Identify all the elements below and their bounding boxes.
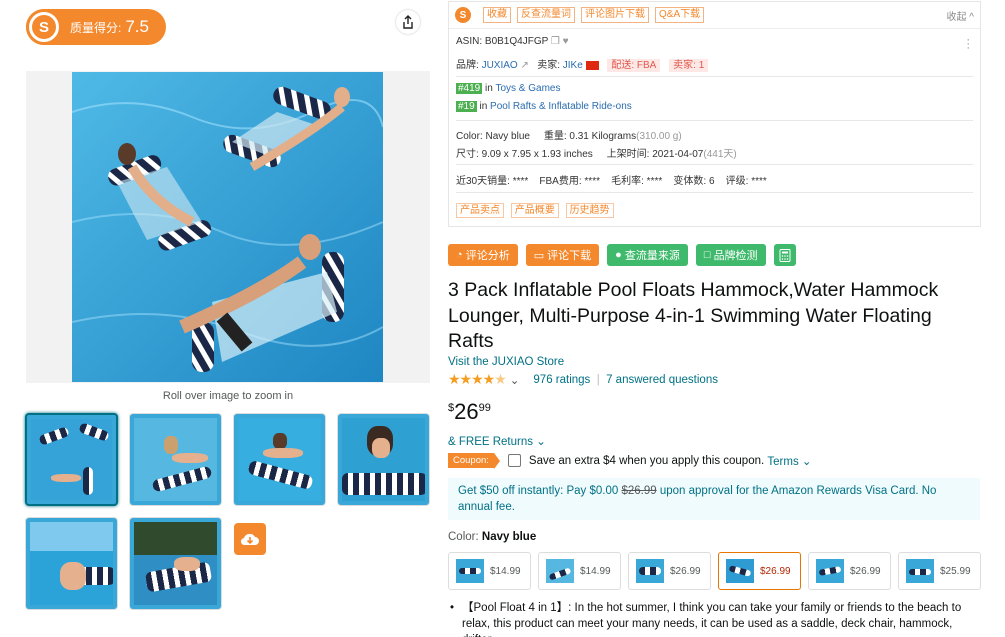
free-returns-link[interactable]: & FREE Returns ⌄ xyxy=(448,434,546,448)
china-flag-icon xyxy=(585,60,599,70)
feature-bullet: 【Pool Float 4 in 1】: In the hot summer, … xyxy=(448,600,978,637)
pie-chart-icon: ◔ xyxy=(456,249,466,261)
star-rating-icon[interactable]: ★★★★★ xyxy=(448,371,507,388)
reverse-keyword-button[interactable]: 反查流量词 xyxy=(517,7,575,23)
selling-points-tab[interactable]: 产品卖点 xyxy=(456,203,504,218)
metrics-row: 近30天销量: **** FBA费用: **** 毛利率: **** 变体数: … xyxy=(456,176,767,187)
store-link[interactable]: Visit the JUXIAO Store xyxy=(448,356,564,368)
swatch-4-selected[interactable]: $26.99 xyxy=(718,552,801,590)
quality-score-value: 7.5 xyxy=(125,17,149,36)
brand-check-icon: □ xyxy=(703,249,714,261)
fulfillment-tag: 配送: FBA xyxy=(607,59,661,72)
seller-tool-panel: S 收藏 反查流量词 评论图片下载 Q&A下载 收起 ^ ASIN: B0B1Q… xyxy=(448,1,981,227)
asin-row: ASIN: B0B1Q4JFGP ❐ ♥ xyxy=(456,36,569,47)
copy-icon[interactable]: ❐ xyxy=(551,36,560,47)
heart-icon[interactable]: ♥ xyxy=(563,36,569,47)
traffic-source-button[interactable]: ● 查流量来源 xyxy=(607,244,688,266)
swatch-1[interactable]: $14.99 xyxy=(448,552,531,590)
history-trend-tab[interactable]: 历史趋势 xyxy=(565,203,614,218)
chevron-down-icon[interactable]: ⌄ xyxy=(510,373,520,387)
thumbnail-6[interactable] xyxy=(129,517,222,610)
external-link-icon: ↗ xyxy=(520,60,529,71)
coupon-row: Coupon: Save an extra $4 when you apply … xyxy=(448,453,812,469)
coupon-checkbox[interactable] xyxy=(507,454,521,467)
price: $2699 xyxy=(448,399,491,424)
bottom-tags: 产品卖点 产品概要 历史趋势 xyxy=(456,201,618,218)
ratings-link[interactable]: 976 ratings xyxy=(533,374,590,386)
review-image-download-button[interactable]: 评论图片下载 xyxy=(581,7,649,23)
swatch-3[interactable]: $26.99 xyxy=(628,552,711,590)
rank-category-link-1[interactable]: Toys & Games xyxy=(495,83,560,94)
plugin-logo-icon: S xyxy=(455,7,471,23)
rank-category-link-2[interactable]: Pool Rafts & Inflatable Ride-ons xyxy=(490,101,632,112)
zoom-hint: Roll over image to zoom in xyxy=(162,390,294,402)
comment-icon: ▭ xyxy=(533,249,548,262)
overview-tab[interactable]: 产品概要 xyxy=(510,203,559,218)
thumbnail-4[interactable] xyxy=(337,413,430,506)
brand-link[interactable]: JUXIAO xyxy=(482,60,518,71)
thumbnail-5[interactable] xyxy=(25,517,118,610)
swatch-5[interactable]: $26.99 xyxy=(808,552,891,590)
calculator-button[interactable] xyxy=(773,244,796,266)
main-product-image[interactable] xyxy=(26,71,430,383)
seller-count-tag: 卖家: 1 xyxy=(669,59,709,72)
share-icon[interactable] xyxy=(396,10,420,34)
product-title: 3 Pack Inflatable Pool Floats Hammock,Wa… xyxy=(448,279,939,352)
review-analysis-button[interactable]: ◔ 评论分析 xyxy=(448,244,518,266)
rating-row: ★★★★★ ⌄ 976 ratings | 7 answered questio… xyxy=(448,371,718,388)
review-download-button[interactable]: ▭ 评论下载 xyxy=(525,244,600,266)
quality-score-label: 质量得分: xyxy=(70,20,122,35)
coupon-terms-link[interactable]: Terms ⌄ xyxy=(767,454,811,468)
seller-tool-logo-icon: S xyxy=(26,9,62,45)
thumbnail-1[interactable] xyxy=(25,413,118,506)
plugin-actions: ◔ 评论分析 ▭ 评论下载 ● 查流量来源 □ 品牌检测 xyxy=(448,244,796,266)
calculator-icon xyxy=(779,248,791,262)
rank-row-1: #419 in Toys & Games xyxy=(456,83,561,94)
collapse-button[interactable]: 收起 ^ xyxy=(947,8,974,23)
answered-questions-link[interactable]: 7 answered questions xyxy=(606,374,718,386)
color-label: Color: Navy blue xyxy=(448,531,537,543)
favorite-button[interactable]: 收藏 xyxy=(483,7,511,23)
seller-link[interactable]: JIKe xyxy=(563,60,583,71)
color-weight-row: Color: Navy blue 重量: 0.31 Kilograms(310.… xyxy=(456,131,682,142)
more-options-icon[interactable]: · · · xyxy=(966,35,970,54)
swatch-2[interactable]: $14.99 xyxy=(538,552,621,590)
thumbnail-2[interactable] xyxy=(129,413,222,506)
coupon-badge: Coupon: xyxy=(448,453,500,469)
coupon-text: Save an extra $4 when you apply this cou… xyxy=(528,454,765,467)
traffic-icon: ● xyxy=(615,249,625,261)
swatch-6[interactable]: $25.99 xyxy=(898,552,981,590)
thumbnail-3[interactable] xyxy=(233,413,326,506)
pool-photo xyxy=(72,72,383,382)
brand-check-button[interactable]: □ 品牌检测 xyxy=(695,244,766,266)
brand-row: 品牌: JUXIAO ↗ 卖家: JIKe 配送: FBA 卖家: 1 xyxy=(456,56,709,72)
qa-download-button[interactable]: Q&A下载 xyxy=(655,7,705,23)
card-offer-banner[interactable]: Get $50 off instantly: Pay $0.00 $26.99 … xyxy=(448,478,980,520)
cloud-download-icon[interactable] xyxy=(234,523,266,555)
asin-value[interactable]: B0B1Q4JFGP xyxy=(485,36,548,47)
rank-row-2: #19 in Pool Rafts & Inflatable Ride-ons xyxy=(456,101,632,112)
quality-score-badge: S 质量得分: 7.5 xyxy=(26,9,166,45)
size-date-row: 尺寸: 9.09 x 7.95 x 1.93 inches 上架时间: 2021… xyxy=(456,149,737,160)
